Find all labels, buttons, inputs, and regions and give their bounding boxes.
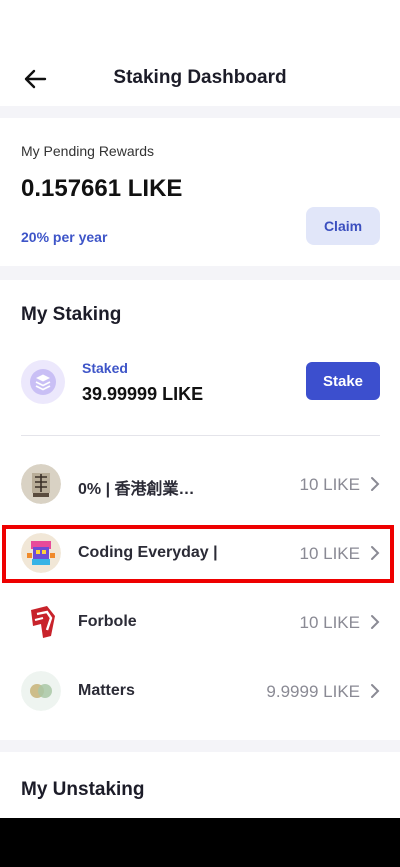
- my-staking-card: My Staking Staked 39.99999 LIKE Stake 0%…: [0, 280, 400, 740]
- pending-rewards-amount: 0.157661 LIKE: [21, 175, 183, 202]
- reward-rate: 20% per year: [21, 229, 108, 245]
- my-unstaking-title: My Unstaking: [21, 779, 145, 800]
- validator-amount: 10 LIKE: [299, 613, 361, 632]
- validator-name: Coding Everyday | …: [78, 544, 218, 561]
- my-staking-title: My Staking: [21, 304, 122, 325]
- validator-row[interactable]: Coding Everyday | … 10 LIKE: [0, 520, 400, 588]
- validator-amount: 10 LIKE: [299, 475, 361, 494]
- validator-name: 0% | 香港創業…: [78, 481, 195, 498]
- my-unstaking-card: My Unstaking: [0, 752, 400, 818]
- chevron-right-icon: [371, 684, 380, 698]
- pending-rewards-card: My Pending Rewards 0.157661 LIKE 20% per…: [0, 118, 400, 266]
- validator-name: Forbole: [78, 613, 137, 630]
- validator-amount: 9.9999 LIKE: [266, 682, 360, 701]
- page-title: Staking Dashboard: [113, 67, 287, 88]
- matters-logo-icon: [21, 671, 61, 711]
- validator-amount: 10 LIKE: [299, 544, 361, 563]
- chevron-right-icon: [371, 546, 380, 560]
- chevron-right-icon: [371, 477, 380, 491]
- app-header: Staking Dashboard: [0, 0, 400, 106]
- validator-row[interactable]: 0% | 香港創業… 10 LIKE: [0, 451, 400, 519]
- layers-icon: [21, 360, 65, 404]
- staked-label: Staked: [82, 360, 128, 376]
- validator-row[interactable]: Matters 9.9999 LIKE: [0, 658, 400, 726]
- divider: [21, 435, 380, 436]
- system-nav-bar: [0, 818, 400, 867]
- validator-name: Matters: [78, 682, 135, 699]
- validator-row[interactable]: Forbole 10 LIKE: [0, 589, 400, 657]
- stake-button[interactable]: Stake: [306, 362, 380, 400]
- staked-value: 39.99999 LIKE: [82, 384, 204, 404]
- pixel-avatar-icon: [21, 533, 61, 573]
- seal-avatar-icon: [21, 464, 61, 504]
- forbole-logo-icon: [21, 602, 61, 642]
- claim-button[interactable]: Claim: [306, 207, 380, 245]
- chevron-right-icon: [371, 615, 380, 629]
- pending-rewards-label: My Pending Rewards: [21, 143, 155, 159]
